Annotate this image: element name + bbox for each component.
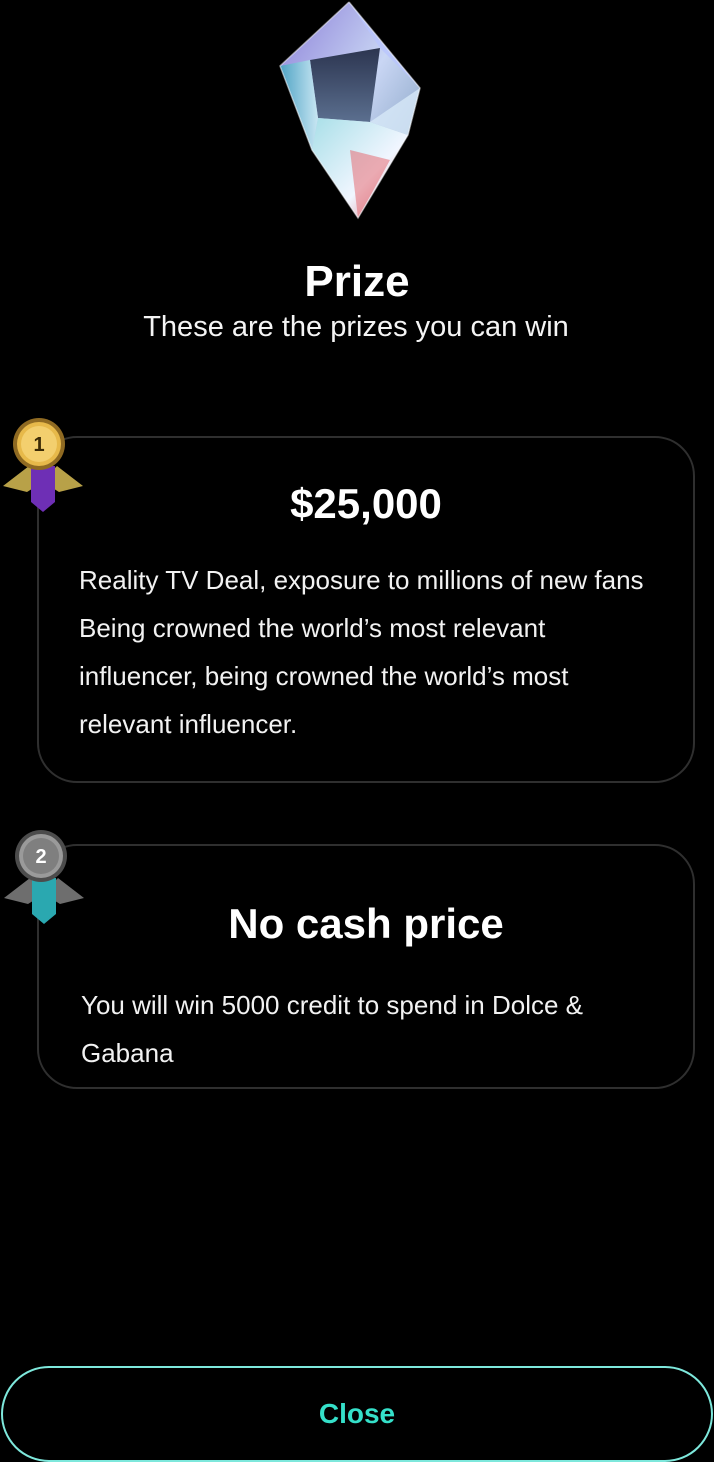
prize-card-2: No cash price You will win 5000 credit t… <box>37 844 695 1089</box>
medal-rank: 1 <box>33 434 44 456</box>
prize-card-1: $25,000 Reality TV Deal, exposure to mil… <box>37 436 695 783</box>
prize-title: $25,000 <box>290 480 442 527</box>
crystal-gem-icon <box>279 1 421 220</box>
prize-description: You will win 5000 credit to spend in Dol… <box>81 990 583 1068</box>
page-title: Prize <box>304 257 410 306</box>
silver-medal-icon: 2 <box>4 830 84 924</box>
page-subtitle: These are the prizes you can win <box>143 311 569 343</box>
medal-rank: 2 <box>35 846 46 868</box>
prize-title: No cash price <box>228 900 504 947</box>
close-button[interactable]: Close <box>1 1366 713 1462</box>
prize-description: Reality TV Deal, exposure to millions of… <box>79 565 644 739</box>
gold-medal-icon: 1 <box>3 418 83 512</box>
